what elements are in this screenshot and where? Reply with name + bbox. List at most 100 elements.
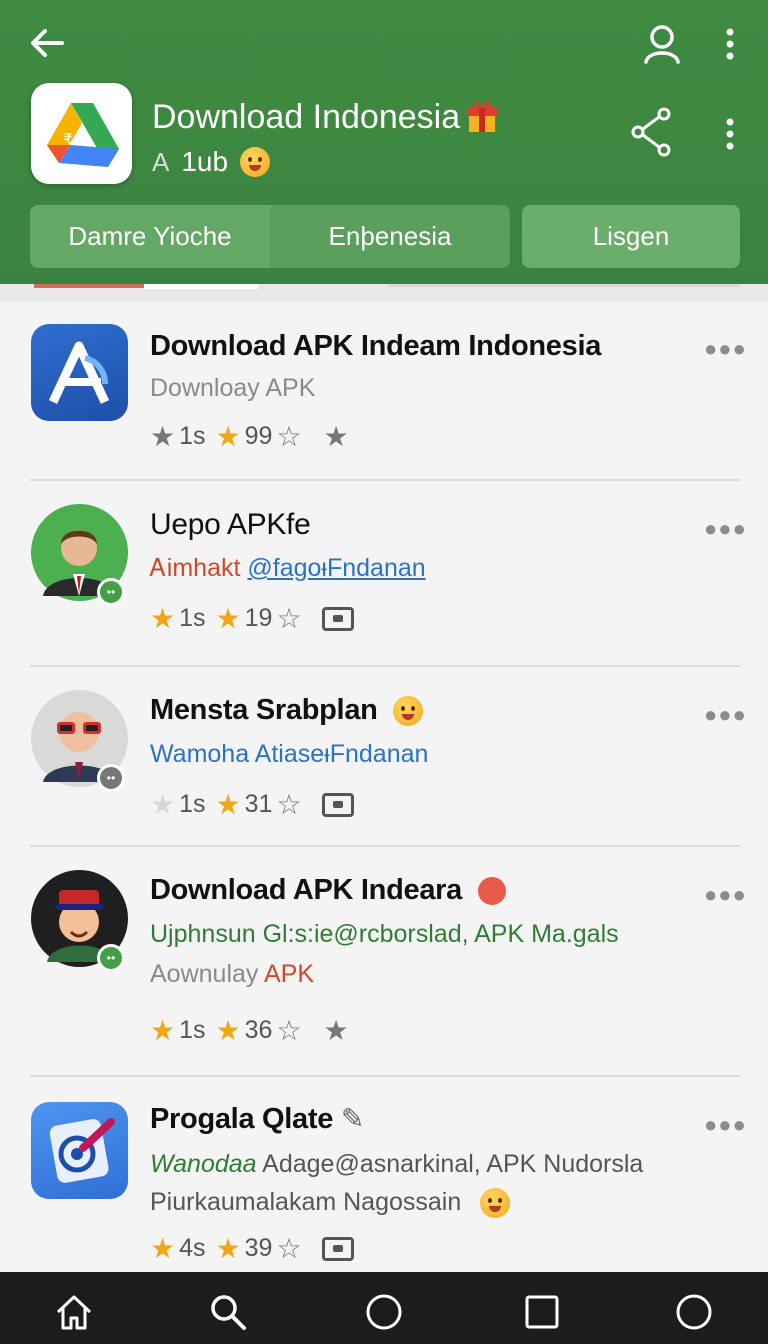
star-icon: ★ (215, 420, 241, 452)
rating-count: 4s (179, 1234, 206, 1262)
emoji-face-icon (393, 696, 424, 727)
divider (30, 479, 740, 481)
kebab-menu-icon[interactable] (716, 114, 744, 154)
app-list[interactable]: Download APK Indeam Indonesia Downloay A… (0, 302, 768, 1272)
bottom-navigation (0, 1272, 768, 1344)
more-options-icon[interactable]: ●●● (704, 516, 747, 542)
list-item[interactable]: Download APK Indeam Indonesia Downloay A… (0, 302, 768, 482)
rating-count: 1s (179, 1016, 206, 1044)
tab-indicator-active (144, 284, 258, 289)
star-outline-icon: ☆ (276, 788, 302, 820)
avatar: •• (31, 690, 128, 792)
share-icon[interactable] (630, 106, 674, 158)
more-options-icon[interactable]: ●●● (704, 702, 747, 728)
more-options-icon[interactable]: ●●● (704, 882, 747, 908)
subtitle-glyph: A (152, 146, 170, 177)
item-rating: ★ 1s ★ 36 ☆ ★ (150, 1016, 349, 1045)
app-title: Download Indonesia (152, 98, 461, 136)
item-subtitle-grey: Adage@asnarkinal, APK Nudorsla (262, 1150, 644, 1178)
svg-text:₹: ₹ (63, 130, 73, 149)
star-icon: ★ (150, 788, 176, 820)
star-icon: ★ (150, 1014, 176, 1046)
app-icon (31, 324, 128, 421)
rating-count: 1s (179, 604, 206, 632)
item-subtitle-link[interactable]: @fagoᵻFndanan (247, 554, 425, 582)
star-icon: ★ (323, 1014, 349, 1046)
square-icon[interactable] (522, 1292, 562, 1332)
circle-icon[interactable] (364, 1292, 404, 1332)
emoji-face-icon (240, 147, 271, 177)
item-subtitle-2: Piurkaumalakam Nagossain (150, 1188, 511, 1219)
item-title-text: Mensta Srabplan (150, 694, 378, 726)
online-badge: •• (97, 944, 125, 972)
item-title: Uepo APKfe (150, 508, 311, 541)
emoji-face-icon (477, 877, 506, 906)
tab-indicator-accent (34, 284, 144, 288)
star-outline-icon: ☆ (276, 1232, 302, 1264)
divider (30, 1075, 740, 1077)
item-title-text: Progala Qlate (150, 1103, 334, 1135)
avatar: •• (31, 870, 128, 972)
item-title: Progala Qlate ✎ (150, 1102, 364, 1136)
tab-indicator-track (388, 284, 740, 287)
star-icon: ★ (150, 602, 176, 634)
emoji-face-icon (480, 1188, 511, 1219)
subtitle-text: 1ub (181, 146, 229, 177)
star-icon: ★ (215, 1014, 241, 1046)
search-icon[interactable] (208, 1292, 248, 1332)
item-subtitle-red: Ꭺimhakt (150, 554, 241, 582)
item-rating: ★ 1s ★ 19 ☆ (150, 604, 354, 633)
app-subtitle: A 1ub (152, 146, 271, 178)
screenshot-icon (321, 1236, 354, 1261)
star-icon: ★ (215, 602, 241, 634)
rating-count: 1s (179, 790, 206, 818)
tab-1[interactable]: Damre Yioche (30, 205, 270, 268)
rating-value: 39 (244, 1234, 273, 1262)
screenshot-icon (321, 606, 354, 631)
item-subtitle-green: Wanodaa (150, 1150, 257, 1178)
rating-value: 19 (244, 604, 273, 632)
app-header: ₹ Download Indonesia A 1ub Damre Yioche … (0, 0, 768, 288)
rating-value: 31 (244, 790, 273, 818)
more-options-icon[interactable]: ●●● (704, 1112, 747, 1138)
app-icon (31, 1102, 128, 1199)
item-rating: ★ 1s ★ 31 ☆ (150, 790, 354, 819)
circle-icon[interactable] (674, 1292, 714, 1332)
tab-3[interactable]: Lisgen (522, 205, 740, 268)
item-subtitle: Ujphnsun Gl:s:ie@rcborslad, APK Ma.gals (150, 920, 619, 948)
avatar: •• (31, 504, 128, 606)
screenshot-icon (321, 792, 354, 817)
item-rating: ★ 4s ★ 39 ☆ (150, 1234, 354, 1263)
item-title: Download APK Indeam Indonesia (150, 330, 602, 362)
user-icon[interactable] (640, 22, 684, 66)
star-icon: ★ (150, 1232, 176, 1264)
item-subtitle: Ꭺimhakt @fagoᵻFndanan (150, 554, 426, 583)
item-title: Download APK Indeara (150, 874, 506, 907)
star-icon: ★ (215, 788, 241, 820)
list-item[interactable]: •• Download APK Indeara Ujphnsun Gl:s:ie… (0, 848, 768, 1078)
list-item[interactable]: Progala Qlate ✎ Wanodaa Adage@asnarkinal… (0, 1078, 768, 1272)
item-title: Mensta Srabplan (150, 694, 424, 727)
item-subtitle-2-accent: APK (263, 960, 315, 988)
tab-2[interactable]: Enþenesia (270, 205, 510, 268)
list-item[interactable]: •• Mensta Srabplan Wamoha AtiaseᵻFndanan… (0, 668, 768, 848)
divider (30, 845, 740, 847)
note-icon: ✎ (340, 1103, 364, 1134)
item-subtitle[interactable]: Wamoha AtiaseᵻFndanan (150, 740, 428, 769)
more-options-icon[interactable]: ●●● (704, 336, 747, 362)
back-arrow-icon[interactable] (26, 22, 68, 64)
online-badge: •• (97, 578, 125, 606)
rating-value: 36 (244, 1016, 273, 1044)
star-outline-icon: ☆ (276, 602, 302, 634)
home-icon[interactable] (54, 1292, 94, 1332)
kebab-menu-icon[interactable] (716, 24, 744, 64)
online-badge: •• (97, 764, 125, 792)
list-item[interactable]: •• Uepo APKfe Ꭺimhakt @fagoᵻFndanan ★ 1s… (0, 482, 768, 668)
item-title-text: Download APK Indeara (150, 874, 462, 906)
rating-count: 1s (179, 422, 206, 450)
gift-icon (467, 102, 497, 132)
divider (30, 665, 740, 667)
tab-bar: Damre Yioche Enþenesia Lisgen (30, 205, 740, 268)
item-subtitle: Downloay APK (150, 374, 316, 402)
star-outline-icon: ☆ (276, 420, 302, 452)
